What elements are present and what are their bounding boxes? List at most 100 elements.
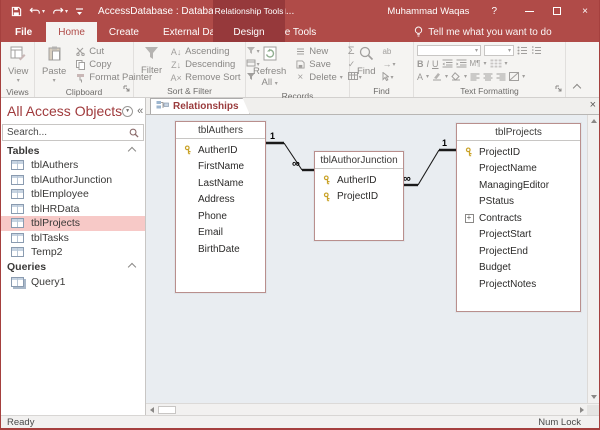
relationship-table-tblAuthers[interactable]: tblAuthers AutherIDFirstNameLastNameAddre… (175, 121, 266, 293)
align-center-icon[interactable] (483, 73, 493, 81)
field-ProjectNotes[interactable]: ProjectNotes (457, 276, 580, 293)
table-title[interactable]: tblAuthorJunction (315, 152, 403, 169)
vertical-scrollbar[interactable] (587, 115, 599, 403)
field-LastName[interactable]: LastName (176, 175, 265, 192)
bold-icon[interactable]: B (417, 59, 424, 69)
decrease-indent-icon[interactable] (442, 59, 453, 68)
shutter-bar-icon[interactable]: « (137, 105, 143, 117)
goto-button[interactable]: →▾ (381, 58, 396, 70)
filter-button[interactable]: Filter (137, 44, 166, 79)
text-direction-icon[interactable]: M¶ (470, 59, 481, 68)
close-button[interactable]: × (571, 0, 599, 22)
nav-item-tblTasks[interactable]: tblTasks (1, 231, 145, 246)
underline-icon[interactable]: U (432, 59, 439, 69)
scroll-down-icon[interactable] (589, 392, 599, 402)
field-FirstName[interactable]: FirstName (176, 159, 265, 176)
minimize-button[interactable] (515, 0, 543, 22)
field-AutherID[interactable]: AutherID (315, 172, 403, 189)
collapse-ribbon-button[interactable] (566, 42, 588, 97)
search-box[interactable] (2, 124, 144, 141)
bullets-icon[interactable] (517, 46, 528, 55)
delete-record-button[interactable]: × Delete▾ (292, 71, 344, 84)
close-document-icon[interactable]: × (590, 99, 596, 111)
align-left-icon[interactable] (470, 73, 480, 81)
ascending-button[interactable]: A↓ Ascending (168, 45, 242, 58)
nav-menu-icon[interactable]: ▼ (122, 106, 133, 117)
customize-qat-icon[interactable] (75, 7, 84, 16)
field-ManagingEditor[interactable]: ManagingEditor (457, 177, 580, 194)
save-icon[interactable] (11, 6, 22, 17)
field-Address[interactable]: Address (176, 192, 265, 209)
nav-item-tblHRData[interactable]: tblHRData (1, 202, 145, 217)
relationship-table-tblAuthorJunction[interactable]: tblAuthorJunction AutherIDProjectID (314, 151, 404, 241)
tab-home[interactable]: Home (46, 22, 97, 42)
nav-item-tblAuthorJunction[interactable]: tblAuthorJunction (1, 173, 145, 188)
replace-button[interactable]: ab (381, 45, 396, 57)
scroll-up-icon[interactable] (589, 116, 599, 126)
align-right-icon[interactable] (496, 73, 506, 81)
font-color-icon[interactable]: A (417, 72, 423, 82)
remove-sort-button[interactable]: A× Remove Sort (168, 71, 242, 84)
scroll-right-icon[interactable] (576, 405, 587, 415)
tab-design[interactable]: Design (233, 27, 264, 38)
search-input[interactable] (3, 127, 129, 138)
font-name-dropdown[interactable]: ▾ (417, 45, 481, 56)
numbering-icon[interactable] (531, 46, 542, 55)
new-record-button[interactable]: New (292, 45, 344, 58)
relationships-canvas[interactable]: 1 ∞ ∞ 1 tblAuthersAutherIDFirstNameLastN… (146, 115, 587, 403)
increase-indent-icon[interactable] (456, 59, 467, 68)
text-formatting-dialog-launcher-icon[interactable] (555, 84, 562, 94)
refresh-all-button[interactable]: Refresh All ▾ (249, 44, 290, 91)
field-BirthDate[interactable]: BirthDate (176, 241, 265, 258)
alternate-row-color-icon[interactable] (509, 72, 519, 81)
user-name[interactable]: Muhammad Waqas (387, 6, 469, 17)
scroll-left-icon[interactable] (146, 405, 157, 415)
nav-group-header-queries[interactable]: Queries (1, 260, 145, 275)
field-PStatus[interactable]: PStatus (457, 194, 580, 211)
field-Email[interactable]: Email (176, 225, 265, 242)
field-ProjectEnd[interactable]: ProjectEnd (457, 243, 580, 260)
descending-button[interactable]: Z↓ Descending (168, 58, 242, 71)
tab-relationships[interactable]: Relationships (150, 98, 250, 114)
field-ProjectName[interactable]: ProjectName (457, 161, 580, 178)
undo-icon[interactable]: ▾ (29, 6, 45, 16)
search-icon[interactable] (129, 128, 143, 138)
field-ProjectID[interactable]: ProjectID (457, 144, 580, 161)
highlight-color-icon[interactable] (432, 72, 442, 81)
paste-button[interactable]: Paste ▾ (38, 44, 70, 87)
horizontal-scrollbar[interactable] (146, 403, 599, 415)
relationship-table-tblProjects[interactable]: tblProjects ProjectIDProjectNameManagingE… (456, 123, 581, 312)
italic-icon[interactable]: I (427, 59, 430, 69)
tab-file[interactable]: File (1, 22, 46, 42)
tab-create[interactable]: Create (97, 22, 151, 42)
maximize-button[interactable] (543, 0, 571, 22)
nav-item-tblEmployee[interactable]: tblEmployee (1, 187, 145, 202)
field-AutherID[interactable]: AutherID (176, 142, 265, 159)
find-button[interactable]: Find (353, 44, 379, 80)
field-ProjectStart[interactable]: ProjectStart (457, 227, 580, 244)
horizontal-scroll-thumb[interactable] (158, 406, 176, 414)
gridlines-icon[interactable] (490, 59, 502, 68)
table-title[interactable]: tblAuthers (176, 122, 265, 139)
collapse-group-icon[interactable] (128, 146, 136, 154)
field-Contracts[interactable]: +Contracts (457, 210, 580, 227)
help-icon[interactable]: ? (491, 6, 497, 17)
select-button[interactable]: ▾ (381, 71, 396, 83)
clipboard-dialog-launcher-icon[interactable] (123, 84, 130, 94)
field-Phone[interactable]: Phone (176, 208, 265, 225)
view-button[interactable]: View ▾ (4, 44, 32, 87)
collapse-group-icon[interactable] (128, 263, 136, 271)
background-color-icon[interactable] (451, 72, 461, 81)
table-title[interactable]: tblProjects (457, 124, 580, 141)
nav-item-tblProjects[interactable]: tblProjects (1, 216, 145, 231)
tell-me-box[interactable]: Tell me what you want to do (414, 22, 551, 42)
redo-icon[interactable]: ▾ (52, 6, 68, 16)
nav-item-tblAuthers[interactable]: tblAuthers (1, 158, 145, 173)
save-record-button[interactable]: Save (292, 58, 344, 71)
nav-pane-title[interactable]: All Access Objects (7, 103, 122, 119)
field-ProjectID[interactable]: ProjectID (315, 189, 403, 206)
nav-item-Temp2[interactable]: Temp2 (1, 245, 145, 260)
font-size-dropdown[interactable]: ▾ (484, 45, 514, 56)
nav-group-header-tables[interactable]: Tables (1, 143, 145, 158)
nav-item-Query1[interactable]: Query1 (1, 275, 145, 290)
